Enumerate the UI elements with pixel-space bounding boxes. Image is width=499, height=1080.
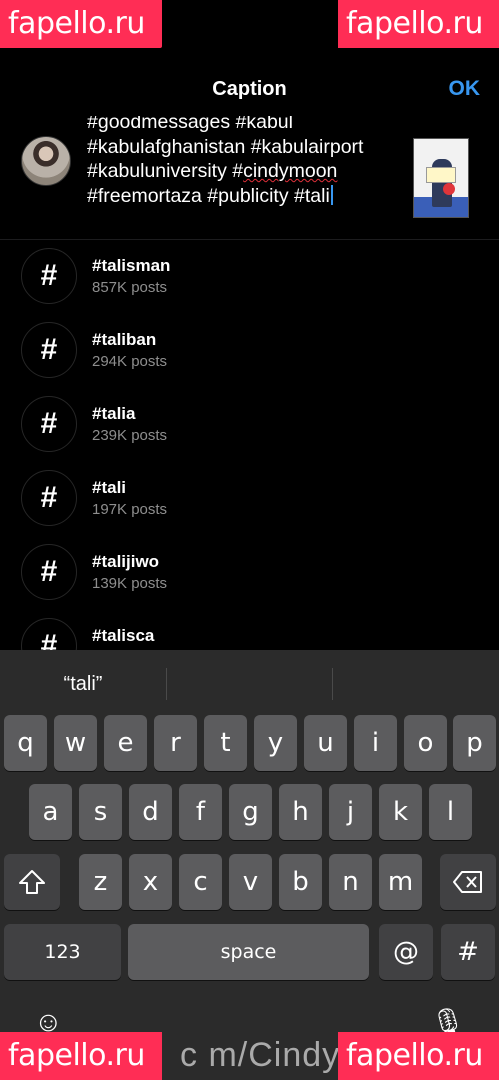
key[interactable]: b xyxy=(279,854,322,910)
post-thumbnail xyxy=(413,138,469,218)
key[interactable]: w xyxy=(54,715,97,771)
misspelled-word: cindymoon xyxy=(243,160,338,182)
key[interactable]: q xyxy=(4,715,47,771)
list-item[interactable]: # #talia 239K posts xyxy=(0,388,499,462)
key[interactable]: g xyxy=(229,784,272,840)
shift-key[interactable] xyxy=(4,854,60,910)
key[interactable]: t xyxy=(204,715,247,771)
backspace-icon xyxy=(453,871,482,893)
hashtag-icon: # xyxy=(21,248,77,304)
key[interactable]: u xyxy=(304,715,347,771)
prediction-empty[interactable] xyxy=(167,650,333,718)
hashtag-post-count: 139K posts xyxy=(92,575,168,592)
ok-button[interactable]: OK xyxy=(449,77,481,101)
key[interactable]: d xyxy=(129,784,172,840)
key[interactable]: o xyxy=(404,715,447,771)
hashtag-name: #talia xyxy=(92,404,136,423)
caption-editor: #goodmessages #kabul #kabulafghanistan #… xyxy=(0,116,499,240)
list-item[interactable]: # #taliban 294K posts xyxy=(0,314,499,388)
text-cursor xyxy=(330,184,333,205)
hashtag-name: #talisman xyxy=(92,256,171,275)
overlay-url-text: c m/Cindy xyxy=(180,1036,341,1074)
avatar xyxy=(21,136,71,186)
key[interactable]: j xyxy=(329,784,372,840)
key[interactable]: c xyxy=(179,854,222,910)
key[interactable]: s xyxy=(79,784,122,840)
delete-key[interactable] xyxy=(440,854,496,910)
prediction-suggestion[interactable]: “tali” xyxy=(0,650,166,718)
key[interactable]: i xyxy=(354,715,397,771)
hashtag-icon: # xyxy=(21,396,77,452)
hashtag-name: #taliban xyxy=(92,330,157,349)
hashtag-icon: # xyxy=(21,470,77,526)
thumbnail-header xyxy=(416,140,468,146)
key[interactable]: x xyxy=(129,854,172,910)
hashtag-post-count: 197K posts xyxy=(92,501,168,518)
hashtag-icon: # xyxy=(21,322,77,378)
key[interactable]: r xyxy=(154,715,197,771)
key[interactable]: z xyxy=(79,854,122,910)
watermark: fapello.ru xyxy=(0,1032,162,1080)
list-item[interactable]: # #tali 197K posts xyxy=(0,462,499,536)
key[interactable]: n xyxy=(329,854,372,910)
hashtag-post-count: 294K posts xyxy=(92,353,168,370)
numbers-key[interactable]: 123 xyxy=(4,924,121,980)
caption-text-end: #freemortaza #publicity #tali xyxy=(87,184,330,207)
thumbnail-sign xyxy=(426,167,456,183)
key[interactable]: h xyxy=(279,784,322,840)
keyboard: “tali” q w e r t y u i o p a s d f g h j… xyxy=(0,650,499,1080)
space-key[interactable]: space xyxy=(128,924,369,980)
caption-header: Caption OK xyxy=(0,60,499,116)
at-key[interactable]: @ xyxy=(379,924,433,980)
key[interactable]: a xyxy=(29,784,72,840)
key[interactable]: p xyxy=(453,715,496,771)
predictive-text-bar: “tali” xyxy=(0,650,499,718)
list-item[interactable]: # #talisca xyxy=(0,610,499,650)
hashtag-icon: # xyxy=(21,544,77,600)
hashtag-name: #talijiwo xyxy=(92,552,160,571)
hashtag-post-count: 239K posts xyxy=(92,427,168,444)
key[interactable]: m xyxy=(379,854,422,910)
key[interactable]: e xyxy=(104,715,147,771)
watermark: fapello.ru xyxy=(338,0,499,48)
hashtag-name: #tali xyxy=(92,478,127,497)
watermark: fapello.ru xyxy=(0,0,162,48)
hashtag-suggestions: # #talisman 857K posts # #taliban 294K p… xyxy=(0,240,499,650)
key[interactable]: f xyxy=(179,784,222,840)
play-icon xyxy=(443,183,455,195)
shift-icon xyxy=(19,870,45,894)
watermark: fapello.ru xyxy=(338,1032,499,1080)
key[interactable]: v xyxy=(229,854,272,910)
page-title: Caption xyxy=(212,78,287,100)
prediction-empty[interactable] xyxy=(333,650,499,718)
key[interactable]: k xyxy=(379,784,422,840)
hashtag-icon: # xyxy=(21,618,77,650)
list-item[interactable]: # #talijiwo 139K posts xyxy=(0,536,499,610)
key[interactable]: l xyxy=(429,784,472,840)
list-item[interactable]: # #talisman 857K posts xyxy=(0,240,499,314)
caption-input[interactable]: #goodmessages #kabul #kabulafghanistan #… xyxy=(87,116,407,208)
hashtag-post-count: 857K posts xyxy=(92,279,168,296)
hashtag-name: #talisca xyxy=(92,626,155,645)
key[interactable]: y xyxy=(254,715,297,771)
hash-key[interactable]: # xyxy=(441,924,495,980)
